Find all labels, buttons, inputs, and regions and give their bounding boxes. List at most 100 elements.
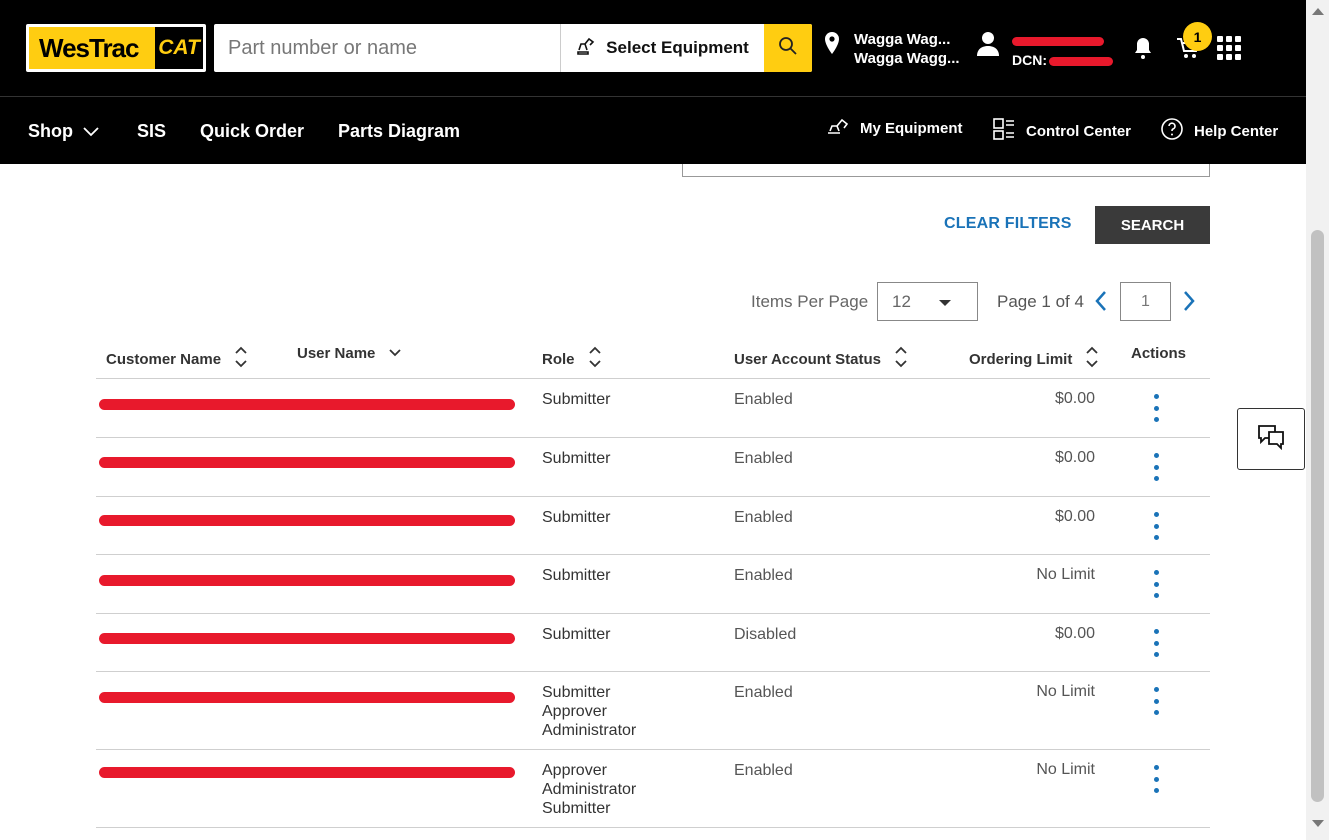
nav-control-center-label: Control Center bbox=[1026, 122, 1131, 140]
row-actions-kebab-icon[interactable] bbox=[1154, 570, 1160, 598]
redaction-mark bbox=[99, 633, 515, 644]
page-number-input[interactable]: 1 bbox=[1120, 282, 1171, 321]
role-value: Submitter bbox=[542, 567, 611, 584]
row-divider bbox=[96, 437, 1210, 438]
nav-shop-label: Shop bbox=[28, 121, 73, 141]
next-page-icon[interactable] bbox=[1182, 290, 1196, 317]
search-icon bbox=[778, 36, 798, 61]
row-divider bbox=[96, 671, 1210, 672]
scroll-up-arrow-icon[interactable] bbox=[1312, 8, 1324, 15]
status-cell: Enabled bbox=[734, 450, 793, 467]
column-header-role[interactable]: Role bbox=[542, 345, 601, 373]
status-cell: Enabled bbox=[734, 762, 793, 779]
column-header-customer-name[interactable]: Customer Name bbox=[106, 345, 247, 373]
apps-grid-icon[interactable] bbox=[1217, 36, 1241, 60]
store-location[interactable]: Wagga Wag... Wagga Wagg... bbox=[822, 30, 960, 68]
search-filters-button[interactable]: SEARCH bbox=[1095, 206, 1210, 244]
row-actions-kebab-icon[interactable] bbox=[1154, 687, 1160, 715]
role-value: Submitter bbox=[542, 450, 611, 467]
notifications-bell-icon[interactable] bbox=[1131, 36, 1155, 65]
ordering-limit-cell: No Limit bbox=[1036, 761, 1095, 778]
nav-parts-diagram[interactable]: Parts Diagram bbox=[338, 121, 460, 142]
sort-icon bbox=[588, 345, 601, 373]
filter-input-partial[interactable] bbox=[682, 164, 1210, 177]
role-cell: Approver Administrator Submitter bbox=[542, 761, 636, 818]
search-bar: Select Equipment bbox=[214, 24, 812, 72]
nav-my-equipment-label: My Equipment bbox=[860, 119, 963, 137]
column-header-ordering-limit[interactable]: Ordering Limit bbox=[969, 345, 1098, 373]
role-value: Submitter bbox=[542, 800, 611, 817]
equipment-icon bbox=[826, 117, 850, 139]
cart-count-badge: 1 bbox=[1183, 22, 1212, 51]
role-value: Approver bbox=[542, 703, 607, 720]
caret-down-icon bbox=[939, 300, 951, 306]
previous-page-icon[interactable] bbox=[1094, 290, 1108, 317]
ordering-limit-cell: $0.00 bbox=[1054, 508, 1095, 525]
role-header-label: Role bbox=[542, 350, 575, 368]
items-per-page-value: 12 bbox=[892, 291, 911, 311]
search-button[interactable] bbox=[764, 24, 812, 72]
nav-help-center[interactable]: Help Center bbox=[1160, 117, 1278, 145]
header-divider bbox=[96, 378, 1210, 379]
role-cell: Submitter bbox=[542, 625, 610, 644]
column-header-user-name[interactable]: User Name bbox=[297, 345, 402, 362]
row-actions-kebab-icon[interactable] bbox=[1154, 629, 1160, 657]
top-bar: WesTrac CAT Select Equipment Wagga Wag..… bbox=[0, 0, 1306, 97]
ordering-limit-cell: $0.00 bbox=[1054, 625, 1095, 642]
chat-icon bbox=[1257, 424, 1285, 455]
page-scrollbar[interactable] bbox=[1306, 0, 1329, 840]
user-name-header-label: User Name bbox=[297, 345, 376, 362]
row-divider bbox=[96, 496, 1210, 497]
user-account[interactable]: DCN: bbox=[976, 30, 1122, 70]
row-divider bbox=[96, 613, 1210, 614]
search-input[interactable] bbox=[214, 24, 560, 72]
chat-button[interactable] bbox=[1237, 408, 1305, 470]
cat-logo-mark: CAT bbox=[155, 27, 203, 69]
chevron-down-icon bbox=[83, 121, 99, 142]
ordering-limit-header-label: Ordering Limit bbox=[969, 350, 1073, 368]
redaction-mark bbox=[99, 399, 515, 410]
role-value: Submitter bbox=[542, 626, 611, 643]
status-cell: Enabled bbox=[734, 684, 793, 701]
column-header-actions: Actions bbox=[1131, 345, 1187, 362]
nav-control-center[interactable]: Control Center bbox=[992, 117, 1131, 145]
row-actions-kebab-icon[interactable] bbox=[1154, 512, 1160, 540]
westrac-cat-logo[interactable]: WesTrac CAT bbox=[26, 24, 206, 72]
status-cell: Enabled bbox=[734, 567, 793, 584]
row-actions-kebab-icon[interactable] bbox=[1154, 765, 1160, 793]
nav-shop[interactable]: Shop bbox=[28, 121, 99, 142]
sort-icon bbox=[235, 345, 247, 373]
ordering-limit-cell: No Limit bbox=[1036, 683, 1095, 700]
row-actions-kebab-icon[interactable] bbox=[1154, 453, 1160, 481]
user-name-redacted bbox=[1012, 30, 1122, 50]
role-cell: Submitter Approver Administrator bbox=[542, 683, 636, 740]
status-header-label: User Account Status bbox=[734, 350, 881, 368]
redaction-mark bbox=[99, 767, 515, 778]
sort-icon bbox=[1086, 345, 1098, 373]
scrollbar-thumb[interactable] bbox=[1311, 230, 1324, 802]
nav-sis[interactable]: SIS bbox=[137, 121, 166, 142]
column-header-status[interactable]: User Account Status bbox=[734, 345, 907, 373]
role-value: Submitter bbox=[542, 684, 611, 701]
redaction-mark bbox=[99, 515, 515, 526]
role-cell: Submitter bbox=[542, 390, 610, 409]
dcn-line: DCN: bbox=[1012, 50, 1122, 70]
scroll-down-arrow-icon[interactable] bbox=[1312, 820, 1324, 827]
items-per-page-label: Items Per Page bbox=[751, 292, 869, 311]
nav-help-center-label: Help Center bbox=[1194, 122, 1279, 140]
redaction-mark bbox=[99, 575, 515, 586]
role-cell: Submitter bbox=[542, 449, 610, 468]
clear-filters-link[interactable]: CLEAR FILTERS bbox=[944, 215, 1072, 233]
items-per-page-select[interactable]: 12 bbox=[877, 282, 978, 321]
nav-quick-order[interactable]: Quick Order bbox=[200, 121, 304, 142]
user-icon bbox=[976, 30, 1000, 70]
row-actions-kebab-icon[interactable] bbox=[1154, 394, 1160, 422]
select-equipment-button[interactable]: Select Equipment bbox=[560, 24, 764, 72]
nav-my-equipment[interactable]: My Equipment bbox=[826, 117, 963, 139]
logo-text: WesTrac bbox=[39, 32, 139, 63]
customer-name-header-label: Customer Name bbox=[106, 350, 222, 368]
redaction-mark bbox=[99, 457, 515, 468]
row-divider bbox=[96, 749, 1210, 750]
page-indicator: Page 1 of 4 bbox=[997, 292, 1084, 311]
role-value: Submitter bbox=[542, 391, 611, 408]
